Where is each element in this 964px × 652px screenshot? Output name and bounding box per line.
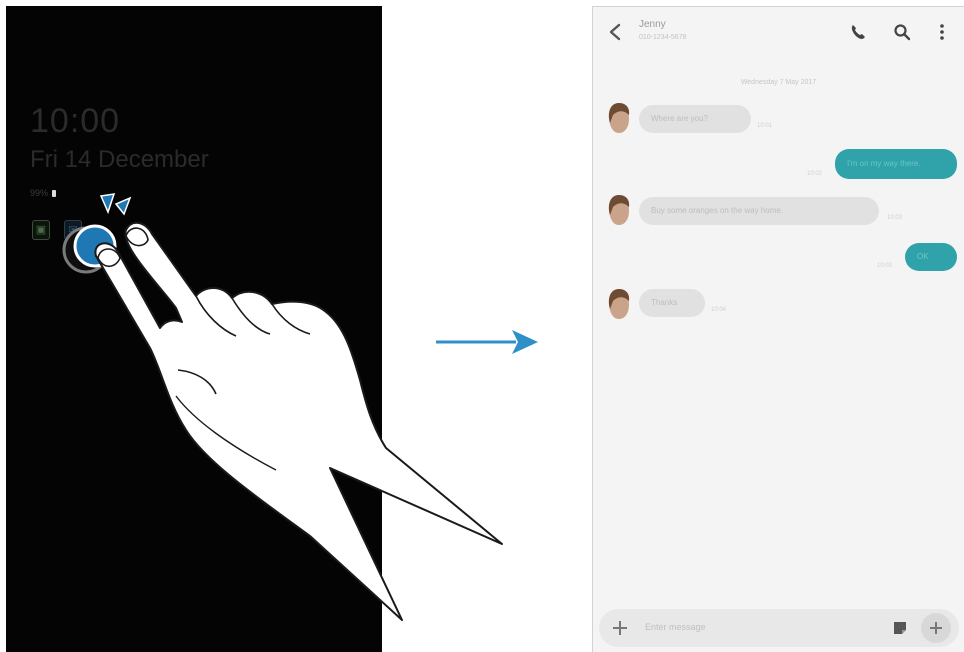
message-bubble-incoming[interactable]: Buy some oranges on the way home. <box>639 197 879 225</box>
message-time: 10:02 <box>807 171 823 177</box>
message-bubble-incoming[interactable]: Thanks <box>639 289 705 317</box>
contact-avatar <box>608 103 630 133</box>
contact-avatar <box>608 289 630 319</box>
search-icon[interactable] <box>893 23 911 41</box>
message-time: 10:01 <box>757 123 773 129</box>
message-compose-bar: Enter message <box>599 609 959 647</box>
contact-number: 010-1234-5678 <box>639 34 687 41</box>
message-time: 10:04 <box>711 307 727 313</box>
contact-name: Jenny <box>639 19 666 30</box>
aod-clock: 10:00 <box>30 102 121 140</box>
notification-icon-messages[interactable]: ✉ <box>64 220 82 240</box>
message-bubble-outgoing[interactable]: OK <box>905 243 957 271</box>
more-options-icon[interactable] <box>933 23 951 41</box>
back-arrow-icon[interactable] <box>607 23 623 41</box>
conversation-header: Jenny 010-1234-5678 <box>593 7 964 59</box>
contact-avatar <box>608 195 630 225</box>
date-separator: Wednesday 7 May 2017 <box>740 79 817 86</box>
aod-date: Fri 14 December <box>30 146 209 173</box>
message-bubble-incoming[interactable]: Where are you? <box>639 105 751 133</box>
battery-percent: 99% <box>30 188 49 198</box>
send-button[interactable] <box>921 613 951 643</box>
message-time: 10:03 <box>877 263 893 269</box>
phone-call-icon[interactable] <box>849 23 867 41</box>
message-input[interactable]: Enter message <box>645 622 706 632</box>
send-icon <box>930 622 942 634</box>
message-bubble-outgoing[interactable]: I'm on my way there. <box>835 149 957 179</box>
transition-arrow-icon <box>436 330 538 354</box>
message-time: 10:03 <box>887 215 903 221</box>
always-on-display-screen: 10:00 Fri 14 December 99% ▣ ✉ <box>6 6 382 652</box>
battery-icon <box>52 189 57 197</box>
add-attachment-icon[interactable] <box>611 619 629 637</box>
sticker-icon[interactable] <box>893 621 907 635</box>
aod-battery-status: 99% <box>30 188 57 198</box>
messages-screen: Jenny 010-1234-5678 Wednesday 7 May 2017… <box>592 6 964 652</box>
notification-icon-app[interactable]: ▣ <box>32 220 50 240</box>
